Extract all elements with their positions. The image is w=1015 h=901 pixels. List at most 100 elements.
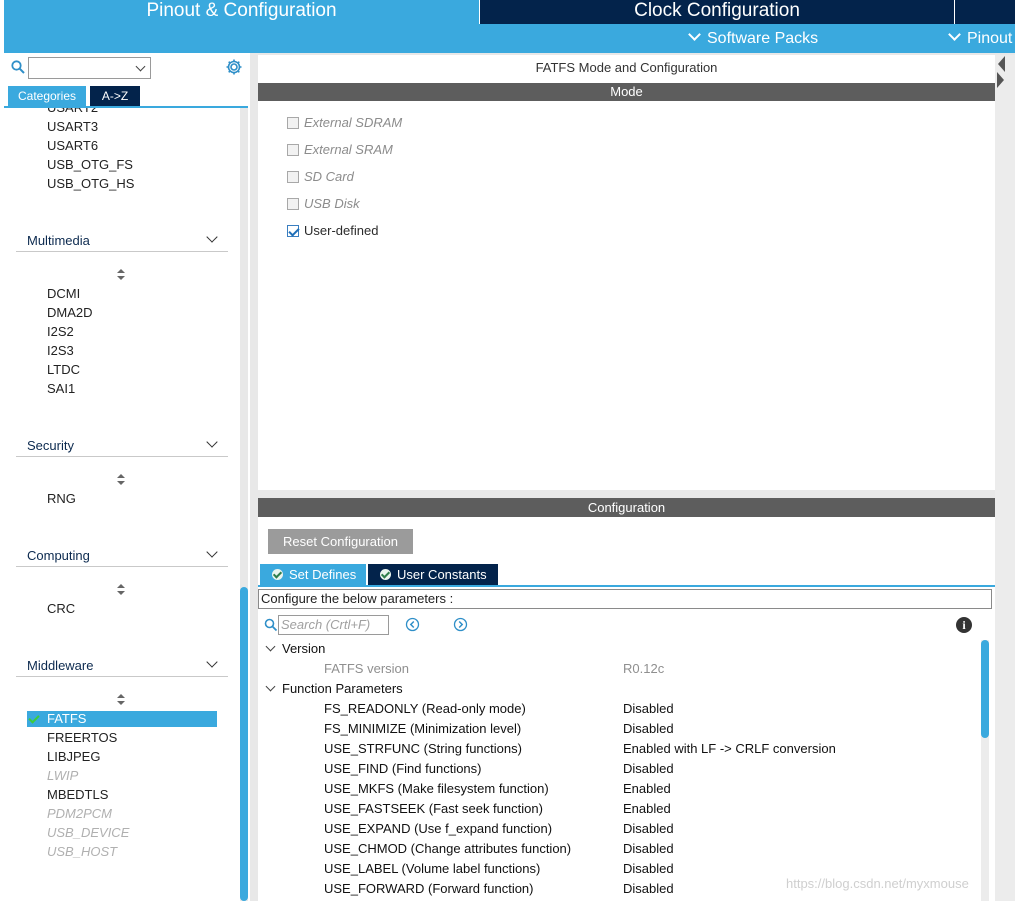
chevron-down-icon[interactable] — [206, 656, 218, 668]
tab-set-defines[interactable]: Set Defines — [260, 564, 366, 585]
list-item-mbedtls[interactable]: MBEDTLS — [47, 787, 108, 803]
mode-option-label: SD Card — [304, 169, 354, 184]
parameters-scrollbar-thumb[interactable] — [981, 640, 989, 738]
list-item-usb-host: USB_HOST — [47, 844, 118, 859]
parameter-value[interactable]: Disabled — [623, 861, 674, 877]
software-packs-menu[interactable]: Software Packs — [686, 24, 818, 53]
parameter-search-input[interactable]: Search (Crtl+F) — [278, 615, 389, 635]
parameter-value[interactable]: Enabled — [623, 781, 671, 797]
sort-icon[interactable] — [117, 584, 125, 596]
chevron-down-icon[interactable] — [206, 436, 218, 448]
reset-configuration-button[interactable]: Reset Configuration — [268, 529, 413, 554]
list-item-rng[interactable]: RNG — [47, 491, 76, 507]
next-match-icon[interactable] — [453, 617, 468, 632]
list-item-usart6[interactable]: USART6 — [47, 138, 98, 154]
list-item-fatfs[interactable]: FATFS — [27, 711, 217, 727]
parameter-name: USE_FORWARD (Forward function) — [324, 881, 534, 896]
section-security[interactable]: Security — [16, 435, 228, 457]
check-circle-icon — [380, 569, 391, 580]
list-item-pdm2pcm: PDM2PCM — [47, 806, 113, 821]
parameter-value[interactable]: Disabled — [623, 761, 674, 777]
parameter-value[interactable]: Disabled — [623, 821, 674, 837]
tab-more[interactable] — [955, 0, 1015, 24]
list-item-i2s2[interactable]: I2S2 — [47, 324, 74, 340]
search-icon[interactable] — [264, 618, 278, 632]
list-item-libjpeg[interactable]: LIBJPEG — [47, 749, 100, 765]
parameter-row[interactable]: USE_CHMOD (Change attributes function) D… — [324, 841, 964, 857]
parameter-row[interactable]: USE_EXPAND (Use f_expand function) Disab… — [324, 821, 964, 837]
chevron-down-icon[interactable] — [206, 546, 218, 558]
info-icon[interactable]: i — [956, 617, 972, 633]
mode-option-label: User-defined — [304, 223, 379, 238]
parameter-name: USE_FASTSEEK (Fast seek function) — [324, 801, 543, 816]
left-scrollbar-thumb[interactable] — [240, 587, 248, 901]
section-middleware[interactable]: Middleware — [16, 655, 228, 677]
section-multimedia[interactable]: Multimedia — [16, 230, 228, 252]
tab-user-constants[interactable]: User Constants — [368, 564, 498, 585]
list-item-crc[interactable]: CRC — [47, 601, 75, 617]
check-icon — [28, 712, 40, 724]
list-item-sai1[interactable]: SAI1 — [47, 381, 75, 397]
parameter-value[interactable]: Enabled with LF -> CRLF conversion — [623, 741, 836, 757]
parameter-row[interactable]: USE_MKFS (Make filesystem function) Enab… — [324, 781, 964, 797]
category-search-select[interactable] — [28, 57, 151, 79]
previous-match-icon[interactable] — [405, 617, 420, 632]
group-function-parameters[interactable]: Function Parameters — [264, 681, 403, 697]
chevron-down-icon — [948, 28, 961, 41]
watermark-text: https://blog.csdn.net/myxmouse — [786, 876, 969, 891]
expand-right-icon[interactable] — [997, 72, 1004, 88]
parameter-name: FS_MINIMIZE (Minimization level) — [324, 721, 522, 736]
list-item-i2s3[interactable]: I2S3 — [47, 343, 74, 359]
parameter-row[interactable]: FS_READONLY (Read-only mode) Disabled — [324, 701, 964, 717]
pinout-menu[interactable]: Pinout — [946, 24, 1012, 53]
list-item-usb-otg-hs[interactable]: USB_OTG_HS — [47, 176, 134, 192]
list-item-dma2d[interactable]: DMA2D — [47, 305, 93, 321]
list-item-lwip: LWIP — [47, 768, 79, 783]
collapse-left-icon[interactable] — [998, 56, 1005, 72]
parameter-row[interactable]: USE_LABEL (Volume label functions) Disab… — [324, 861, 964, 877]
sort-icon[interactable] — [117, 269, 125, 281]
checkbox — [287, 143, 299, 156]
parameter-value[interactable]: Enabled — [623, 801, 671, 817]
parameter-row[interactable]: FS_MINIMIZE (Minimization level) Disable… — [324, 721, 964, 737]
checkbox-checked[interactable] — [287, 224, 299, 237]
search-icon[interactable] — [11, 60, 25, 74]
tab-label: User Constants — [397, 567, 487, 582]
mode-option-sd-card: SD Card — [287, 169, 354, 185]
parameter-row[interactable]: USE_FIND (Find functions) Disabled — [324, 761, 964, 777]
parameter-value[interactable]: Disabled — [623, 881, 674, 897]
list-item-ltdc[interactable]: LTDC — [47, 362, 80, 378]
parameter-name: USE_LABEL (Volume label functions) — [324, 861, 541, 876]
chevron-down-icon — [135, 61, 146, 72]
tab-pinout-configuration[interactable]: Pinout & Configuration — [4, 0, 479, 24]
tab-a-z[interactable]: A->Z — [90, 86, 140, 106]
software-packs-label: Software Packs — [707, 30, 819, 47]
chevron-down-icon[interactable] — [265, 641, 276, 652]
parameter-value[interactable]: Disabled — [623, 721, 674, 737]
checkbox — [287, 170, 299, 183]
tab-categories[interactable]: Categories — [8, 86, 86, 106]
group-version[interactable]: Version — [264, 641, 325, 657]
parameter-row[interactable]: USE_STRFUNC (String functions) Enabled w… — [324, 741, 964, 757]
parameter-value[interactable]: Disabled — [623, 841, 674, 857]
section-computing[interactable]: Computing — [16, 545, 228, 567]
sort-icon[interactable] — [117, 694, 125, 706]
section-title: Security — [27, 438, 74, 453]
parameter-value[interactable]: Disabled — [623, 701, 674, 717]
sub-menu-bar: Software Packs Pinout — [4, 24, 1015, 53]
sort-icon[interactable] — [117, 474, 125, 486]
chevron-down-icon[interactable] — [265, 681, 276, 692]
list-item-usb-otg-fs[interactable]: USB_OTG_FS — [47, 157, 133, 173]
list-item-usart2[interactable]: USART2 — [47, 108, 98, 116]
categories-panel: Categories A->Z USART2 USART3 USART6 USB… — [4, 53, 250, 901]
parameter-row[interactable]: USE_FASTSEEK (Fast seek function) Enable… — [324, 801, 964, 817]
chevron-down-icon[interactable] — [206, 231, 218, 243]
gear-icon[interactable] — [225, 58, 243, 76]
tab-clock-configuration[interactable]: Clock Configuration — [480, 0, 954, 24]
list-item-freertos[interactable]: FREERTOS — [47, 730, 117, 746]
list-item-dcmi[interactable]: DCMI — [47, 286, 80, 302]
top-tab-bar: Pinout & Configuration Clock Configurati… — [0, 0, 1015, 24]
mode-option-user-defined[interactable]: User-defined — [287, 223, 378, 239]
checkbox — [287, 197, 299, 210]
list-item-usart3[interactable]: USART3 — [47, 119, 98, 135]
